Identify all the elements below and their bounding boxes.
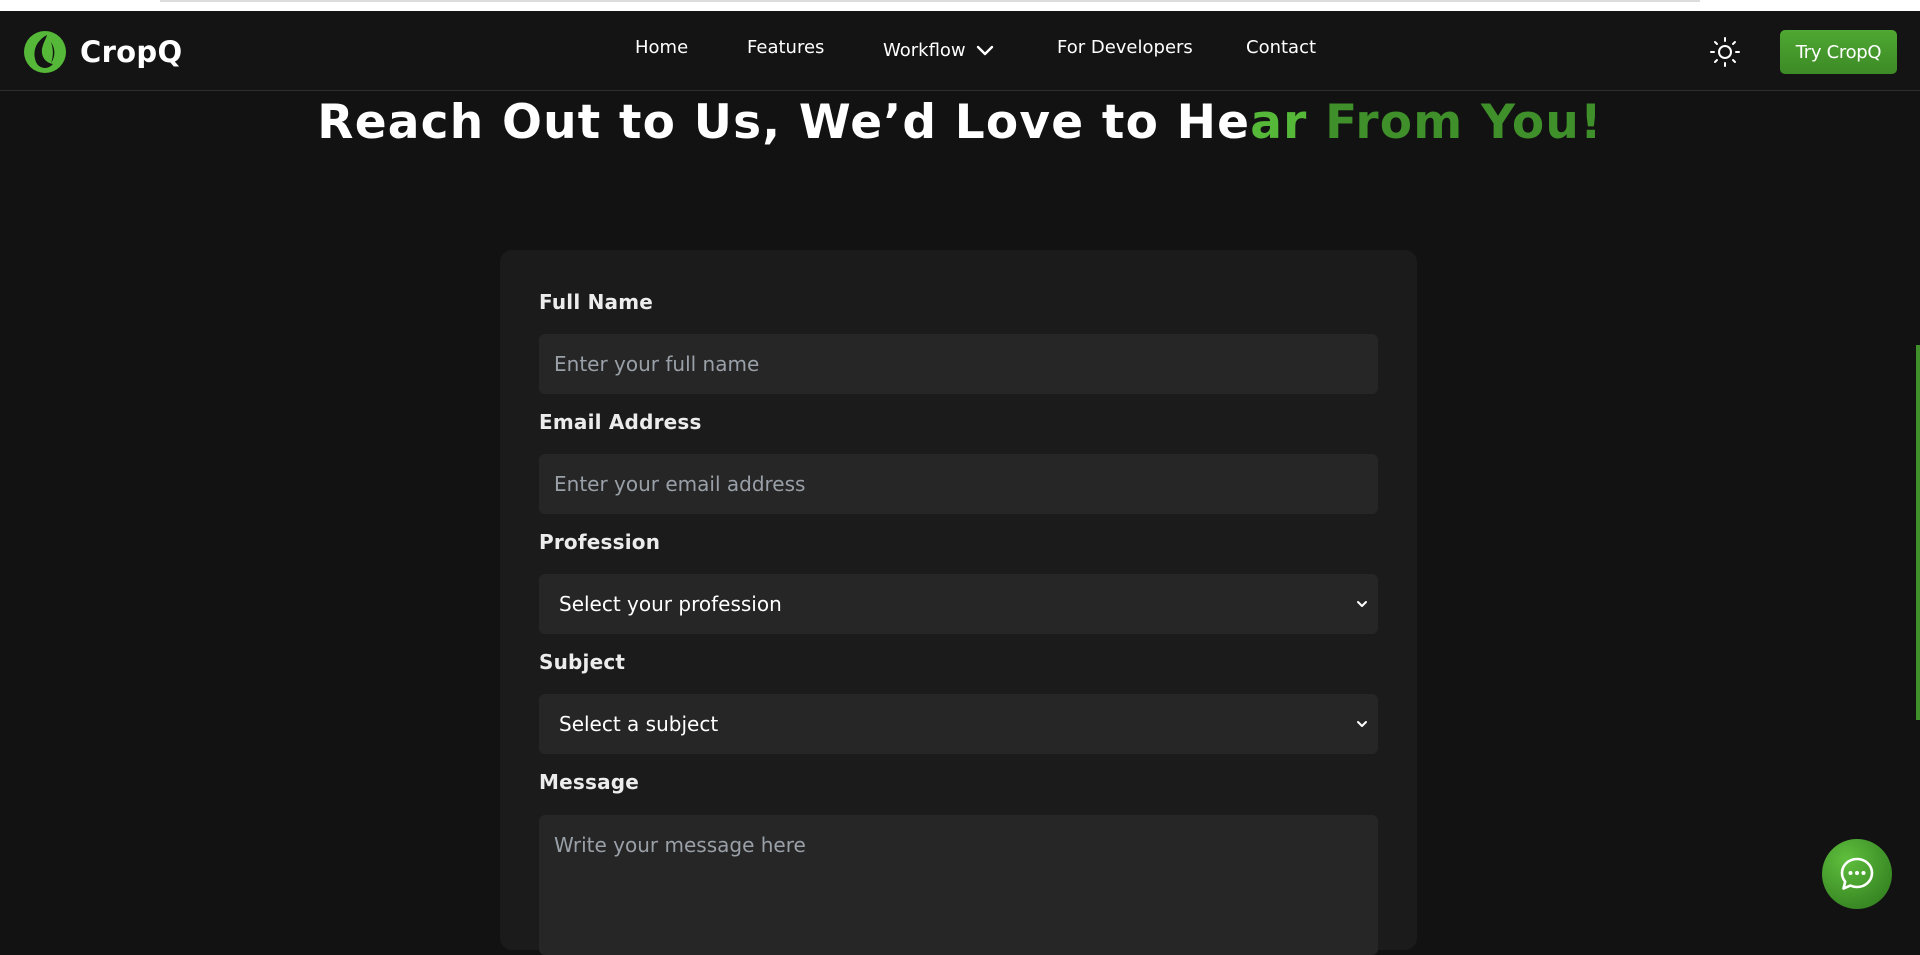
top-strip-line <box>160 0 1700 2</box>
page-title-accent-b: From You! <box>1325 95 1603 150</box>
chat-button[interactable] <box>1822 839 1892 909</box>
full-name-input[interactable] <box>539 334 1378 394</box>
subject-select[interactable]: Select a subject <box>539 694 1378 754</box>
subject-label: Subject <box>539 650 626 674</box>
page-title-main: Reach Out to Us, We’d Love to He <box>317 95 1251 150</box>
main-nav: Home Features Workflow For Developers Co… <box>0 11 1920 91</box>
email-label: Email Address <box>539 410 702 434</box>
sun-icon <box>1710 37 1740 67</box>
profession-label: Profession <box>539 530 661 554</box>
page-title-accent-a: ar <box>1250 95 1326 150</box>
email-input[interactable] <box>539 454 1378 514</box>
nav-workflow[interactable]: Workflow <box>883 39 996 61</box>
nav-for-developers[interactable]: For Developers <box>1057 37 1193 58</box>
full-name-label: Full Name <box>539 290 654 314</box>
navbar: CropQ Home Features Workflow For Develop… <box>0 11 1920 91</box>
profession-selected-value: Select your profession <box>559 592 782 616</box>
message-label: Message <box>539 770 640 794</box>
chevron-down-icon <box>1357 721 1367 727</box>
nav-features[interactable]: Features <box>747 37 824 58</box>
try-cropq-button[interactable]: Try CropQ <box>1780 30 1897 74</box>
browser-top-strip <box>0 0 1920 11</box>
scrollbar-thumb[interactable] <box>1916 345 1920 720</box>
chat-bubble-icon <box>1840 857 1874 890</box>
message-textarea[interactable] <box>539 815 1378 955</box>
nav-contact[interactable]: Contact <box>1246 37 1316 58</box>
nav-home[interactable]: Home <box>635 37 688 58</box>
nav-workflow-label: Workflow <box>883 39 966 61</box>
theme-toggle-button[interactable] <box>1709 36 1741 68</box>
subject-selected-value: Select a subject <box>559 712 719 736</box>
chevron-down-icon <box>976 45 993 56</box>
contact-form-card: Full Name Email Address Profession Selec… <box>500 250 1417 955</box>
chevron-down-icon <box>1357 601 1367 607</box>
page-title: Reach Out to Us, We’d Love to Hear From … <box>0 95 1920 150</box>
profession-select[interactable]: Select your profession <box>539 574 1378 634</box>
